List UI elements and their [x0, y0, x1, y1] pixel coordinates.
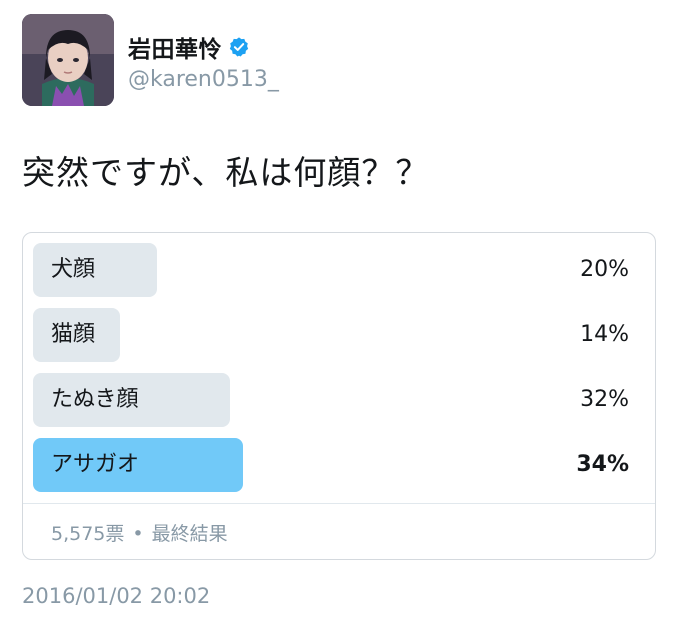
- poll-option-label: アサガオ: [51, 452, 140, 477]
- poll-option: たぬき顔 32%: [33, 373, 647, 427]
- poll-divider: [23, 503, 655, 504]
- user-names: 岩田華怜 @karen0513_: [128, 29, 279, 92]
- tweet-text: 突然ですが、私は何顔？？: [22, 153, 430, 192]
- poll-status: 最終結果: [151, 523, 228, 545]
- poll-option-percent: 34%: [576, 452, 629, 477]
- poll-card: 犬顔 20% 猫顔 14% たぬき顔 32% アサガオ 34% 5,575票 • 最…: [22, 232, 656, 560]
- poll-option: 犬顔 20%: [33, 243, 647, 297]
- poll-option: 猫顔 14%: [33, 308, 647, 362]
- poll-vote-count: 5,575票: [51, 523, 125, 545]
- poll-separator: •: [132, 523, 144, 545]
- poll-option-label: 猫顔: [51, 322, 96, 347]
- avatar-image: [22, 14, 114, 106]
- poll-option-label: たぬき顔: [51, 387, 139, 412]
- poll-option-percent: 32%: [580, 387, 629, 412]
- poll-footer: 5,575票 • 最終結果: [51, 519, 228, 546]
- verified-badge-icon: [228, 36, 250, 58]
- name-row: 岩田華怜: [128, 29, 279, 65]
- tweet-header: 岩田華怜 @karen0513_: [22, 14, 279, 106]
- poll-option-percent: 14%: [580, 322, 629, 347]
- tweet-card: 岩田華怜 @karen0513_ 突然ですが、私は何顔？？ 犬顔 20% 猫顔 …: [0, 0, 680, 628]
- tweet-timestamp[interactable]: 2016/01/02 20:02: [22, 584, 210, 608]
- display-name[interactable]: 岩田華怜: [128, 30, 222, 64]
- poll-option-percent: 20%: [580, 257, 629, 282]
- user-handle[interactable]: @karen0513_: [128, 67, 279, 92]
- poll-option-winner: アサガオ 34%: [33, 438, 647, 492]
- avatar[interactable]: [22, 14, 114, 106]
- poll-option-label: 犬顔: [51, 257, 96, 282]
